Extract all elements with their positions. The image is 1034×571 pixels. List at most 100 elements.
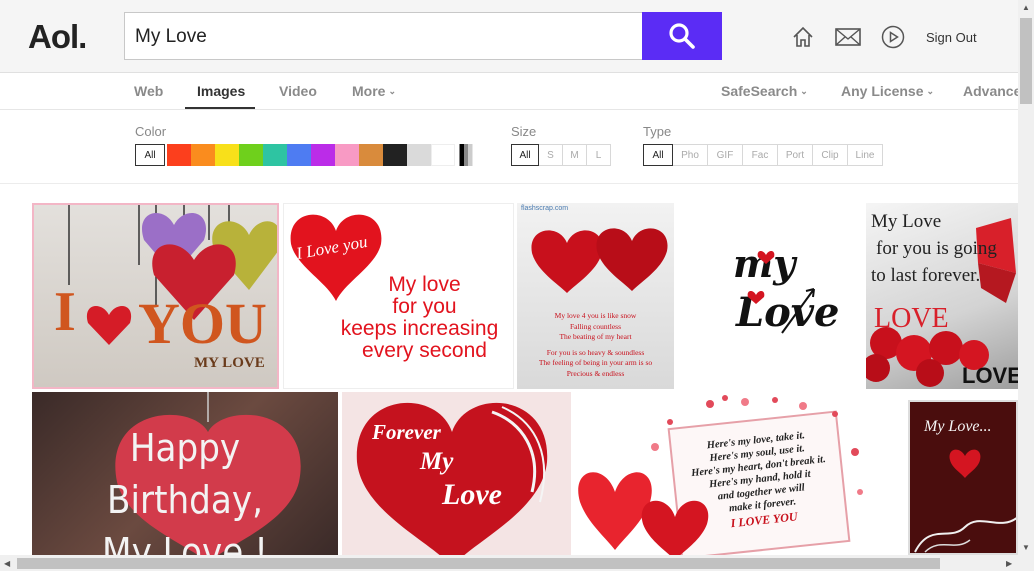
chevron-down-icon: ⌄ <box>926 86 935 96</box>
mail-icon[interactable] <box>835 24 861 50</box>
safesearch-dropdown[interactable]: SafeSearch ⌄ <box>721 83 808 99</box>
size-all-option[interactable]: All <box>511 144 539 166</box>
image-5-line-3: to last forever. <box>871 265 981 286</box>
size-small-option[interactable]: S <box>538 144 563 166</box>
type-options: All Pho GIF Fac Port Clip Line <box>643 144 883 166</box>
image-5-line-1: My Love <box>871 211 942 232</box>
arrow-hearts-decoration <box>747 251 815 334</box>
size-medium-option[interactable]: M <box>562 144 587 166</box>
aol-logo[interactable]: Aol. <box>28 18 87 56</box>
image-result-4[interactable]: my Love <box>678 203 862 389</box>
tab-web[interactable]: Web <box>134 83 163 99</box>
chevron-down-icon: ⌄ <box>388 86 396 96</box>
image-3-line-2: Falling countless <box>569 321 622 331</box>
search-tabs: Web Images Video More ⌄ SafeSearch ⌄ Any L… <box>0 73 1021 110</box>
header: Aol. My Love Sign Out <box>0 0 1018 73</box>
type-clipart-option[interactable]: Clip <box>812 144 848 166</box>
heart-swirl-illustration <box>914 449 1016 553</box>
color-swatch-black[interactable] <box>383 144 407 166</box>
image-3-line-5: The feeling of being in your arm is so <box>538 358 653 367</box>
type-photo-option[interactable]: Pho <box>672 144 708 166</box>
color-swatch-blue[interactable] <box>287 144 311 166</box>
vertical-scrollbar-thumb[interactable] <box>1020 18 1032 104</box>
search-button[interactable] <box>642 12 722 60</box>
image-result-5[interactable]: My Love for you is going to last forever… <box>866 203 1018 389</box>
tab-video[interactable]: Video <box>279 83 317 99</box>
type-face-option[interactable]: Fac <box>742 144 778 166</box>
color-swatch-teal[interactable] <box>263 144 287 166</box>
image-result-8[interactable]: Here's my love, take it. Here's my soul,… <box>575 392 875 555</box>
image-1-caption: MY LOVE <box>194 355 265 371</box>
image-3-poem: My love 4 you is like snow Falling count… <box>517 311 674 379</box>
video-play-icon[interactable] <box>880 24 906 50</box>
image-2-line-4: every second <box>362 339 487 362</box>
snow-hearts-illustration <box>531 228 668 293</box>
color-swatch-orange[interactable] <box>191 144 215 166</box>
image-result-2[interactable]: I Love you My love for you keeps increas… <box>283 203 514 389</box>
image-3-line-1: My love 4 you is like snow <box>554 311 637 320</box>
type-gif-option[interactable]: GIF <box>707 144 743 166</box>
image-2-line-3: keeps increasing <box>340 317 499 340</box>
size-filter-label: Size <box>511 124 537 139</box>
scroll-left-arrow-icon[interactable]: ◀ <box>4 559 10 568</box>
color-swatch-purple[interactable] <box>311 144 335 166</box>
scroll-down-arrow-icon[interactable]: ▼ <box>1022 543 1030 552</box>
color-swatch-green[interactable] <box>239 144 263 166</box>
scroll-up-arrow-icon[interactable]: ▲ <box>1022 3 1030 12</box>
image-2-line-2: for you <box>392 295 457 318</box>
image-result-3[interactable]: flashscrap.com My love 4 you is like sno… <box>517 203 674 389</box>
search-icon <box>669 23 695 49</box>
red-heart-illustration <box>356 402 548 555</box>
image-result-1[interactable]: I YOU MY LOVE <box>32 203 279 389</box>
image-3-site: flashscrap.com <box>521 205 569 212</box>
color-swatches: All <box>135 144 477 166</box>
home-icon[interactable] <box>790 24 816 50</box>
tab-images[interactable]: Images <box>197 83 245 99</box>
color-swatch-brown[interactable] <box>359 144 383 166</box>
color-swatch-red[interactable] <box>167 144 191 166</box>
image-1-text-i: I <box>54 281 76 343</box>
filter-bar: Color All Size All S M L Type All Pho GI… <box>0 111 1018 184</box>
image-5-text: My Love for you is going to last forever… <box>871 208 997 289</box>
tab-more[interactable]: More ⌄ <box>352 83 396 99</box>
type-all-option[interactable]: All <box>643 144 673 166</box>
color-swatch-monochrome[interactable] <box>455 144 477 166</box>
color-all-option[interactable]: All <box>135 144 165 166</box>
size-large-option[interactable]: L <box>586 144 611 166</box>
image-2-text: My love for you keeps increasing every s… <box>284 273 513 362</box>
advanced-link[interactable]: Advance <box>963 83 1021 99</box>
color-filter-label: Color <box>135 124 167 139</box>
scroll-right-arrow-icon[interactable]: ▶ <box>1006 559 1012 568</box>
chevron-down-icon: ⌄ <box>800 86 808 96</box>
color-swatch-white[interactable] <box>431 144 455 166</box>
image-result-7[interactable]: Forever My Love <box>342 392 571 555</box>
image-6-line-1: Happy Birthday, <box>107 426 263 522</box>
image-3-line-3: The beating of my heart <box>559 332 632 341</box>
image-5-line-2: for you is going <box>876 238 997 259</box>
size-options: All S M L <box>511 144 611 166</box>
color-swatch-yellow[interactable] <box>215 144 239 166</box>
license-label: Any License <box>841 83 924 99</box>
image-2-line-1: My love <box>388 273 461 296</box>
image-5-line-5: LOVE <box>962 363 1018 388</box>
horizontal-scrollbar-thumb[interactable] <box>17 558 940 569</box>
image-result-6[interactable]: Happy Birthday, My Love ! <box>32 392 338 555</box>
image-result-9[interactable]: My Love... <box>908 400 1018 555</box>
image-1-text-you: YOU <box>138 291 267 356</box>
image-3-line-6: Precious & endless <box>566 368 625 378</box>
safesearch-label: SafeSearch <box>721 83 798 99</box>
sign-out-link[interactable]: Sign Out <box>926 30 977 45</box>
type-line-option[interactable]: Line <box>847 144 883 166</box>
color-swatch-pink[interactable] <box>335 144 359 166</box>
license-dropdown[interactable]: Any License ⌄ <box>841 83 934 99</box>
type-filter-label: Type <box>643 124 672 139</box>
tab-more-label: More <box>352 83 386 99</box>
image-3-line-4: For you is so heavy & soundless <box>546 347 645 357</box>
search-input[interactable]: My Love <box>124 12 642 60</box>
image-5-line-4: LOVE <box>874 303 949 334</box>
active-tab-underline <box>185 107 255 109</box>
color-swatch-gray[interactable] <box>407 144 431 166</box>
image-7-line-2: My <box>420 448 454 475</box>
image-6-text: Happy Birthday, My Love ! <box>47 422 322 555</box>
type-portrait-option[interactable]: Port <box>777 144 813 166</box>
